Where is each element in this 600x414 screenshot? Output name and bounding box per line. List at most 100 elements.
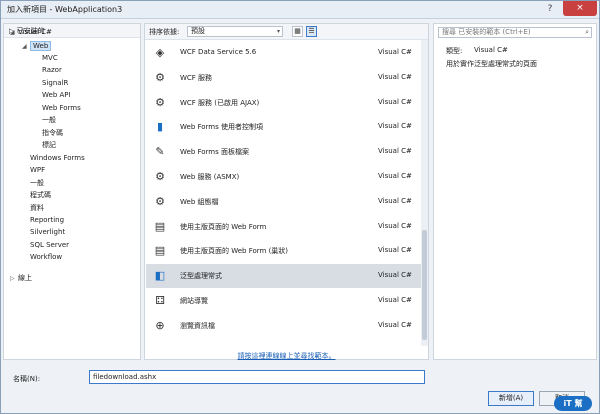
search-placeholder: 搜尋 已安裝的範本 (Ctrl+E) [442,28,531,36]
template-language: Visual C# [378,97,412,106]
template-name: WCF 服務 (已啟用 AJAX) [180,98,260,107]
tree-node[interactable]: SQL Server [22,239,69,251]
tree-node[interactable]: Web Forms [34,102,81,114]
help-button[interactable]: ? [541,2,559,16]
tree-node[interactable]: Reporting [22,214,64,226]
tree-node-label: SignalR [42,79,69,87]
sort-select[interactable]: 預設 ▾ [187,26,283,37]
type-value: Visual C# [474,46,508,54]
sort-label: 排序依據: [149,28,180,36]
template-name: 使用主版頁面的 Web Form [180,222,267,231]
tree-node[interactable]: SignalR [34,77,68,89]
search-input[interactable]: 搜尋 已安裝的範本 (Ctrl+E) ⌕ [438,27,592,38]
expand-arrow-icon[interactable]: ▷ [10,273,18,285]
tree-node[interactable]: ◢ Web [22,40,52,53]
tree-node-label: Reporting [30,216,65,224]
grid-view-icon[interactable]: ▦ [292,26,303,37]
list-scrollbar[interactable] [421,40,428,346]
tree-node-label: Silverlight [30,228,66,236]
template-name: WCF 服務 [180,73,213,82]
tree-node-label: 標記 [42,141,56,149]
tree-node-label: Web API [42,91,71,99]
template-row[interactable]: ⚙ Web 組態檔 Visual C# [146,190,428,214]
tree-node-label: Workflow [30,253,63,261]
tree-node[interactable]: 一般 [34,114,56,126]
template-language: Visual C# [378,122,412,131]
tree-node-label: WPF [30,166,46,174]
tree-node-label: 一般 [30,179,44,187]
tree-node[interactable]: 指令碼 [34,127,63,139]
expand-arrow-icon[interactable]: ◢ [22,41,30,53]
template-name: 瀏覽資訊檔 [180,321,215,330]
template-language: Visual C# [378,221,412,230]
tree-node-label: Razor [42,66,62,74]
template-row[interactable]: ✎ Web Forms 面板檔案 Visual C# [146,140,428,164]
template-row[interactable]: ▤ 使用主版頁面的 Web Form Visual C# [146,215,428,239]
template-language: Visual C# [378,271,412,280]
tree-node-label: MVC [42,54,58,62]
name-input[interactable]: filedownload.ashx [89,370,425,384]
template-name: Web 服務 (ASMX) [180,173,240,181]
tree-node[interactable]: Windows Forms [22,152,85,164]
tree-node[interactable]: 標記 [34,139,56,151]
template-language: Visual C# [378,296,412,304]
template-name: 網站導覽 [180,297,208,305]
tree-node[interactable]: Workflow [22,251,62,263]
tree-node[interactable]: 資料 [22,202,44,214]
chevron-down-icon: ▾ [276,28,280,35]
template-name: 泛型處理常式 [180,272,222,281]
template-row[interactable]: ⚙ WCF 服務 Visual C# [146,66,428,90]
tree-node-label: 程式碼 [30,191,51,199]
browser-file-icon: ⊕ [155,318,165,332]
tree-node-label: 一般 [42,116,56,124]
search-icon: ⌕ [585,28,589,36]
tree-node[interactable]: Web API [34,89,71,101]
tree-node-label: Web [30,41,52,51]
template-row[interactable]: ⚙ WCF 服務 (已啟用 AJAX) Visual C# [146,91,428,115]
nested-master-icon: ▤ [154,244,166,258]
tree-node[interactable]: WPF [22,164,45,176]
window-title: 加入新項目 - WebApplication3 [7,5,123,14]
template-name: Web Forms 使用者控制項 [180,123,263,132]
type-label: 類型: [446,47,463,55]
template-row[interactable]: ◧ 泛型處理常式 Visual C# [146,264,428,289]
template-tree: ▷ 已安裝的 ◢ Visual C# ◢ Web MVC Razor SignalR Web … [3,23,141,360]
tree-node[interactable]: 一般 [22,177,44,189]
template-list: 排序依據: 預設 ▾ ▦ ☰ ◈ WCF Data Service 5.6 Visu… [144,23,429,360]
list-view-icon[interactable]: ☰ [306,26,317,37]
web-config-icon: ⚙ [155,194,165,208]
name-label: 名稱(N): [13,375,41,383]
tree-node-label: SQL Server [30,241,70,249]
tree-node-label: 指令碼 [42,129,63,137]
tree-node[interactable]: Razor [34,64,62,76]
template-row[interactable]: ⚃ 網站導覽 Visual C# [146,289,428,313]
scroll-thumb[interactable] [422,230,427,340]
generic-handler-icon: ◧ [154,269,166,283]
wcf-ajax-icon: ⚙ [155,95,165,109]
template-row[interactable]: ⊕ 瀏覽資訊檔 Visual C# [146,314,428,338]
ithome-logo-icon: iT 幫 [554,396,592,411]
close-button[interactable]: × [563,1,597,16]
template-name: Web Forms 面板檔案 [180,148,249,157]
template-name: 使用主版頁面的 Web Form (巢狀) [180,247,289,256]
template-row[interactable]: ▤ 使用主版頁面的 Web Form (巢狀) Visual C# [146,239,428,263]
web-service-icon: ⚙ [155,170,165,183]
template-row[interactable]: ◈ WCF Data Service 5.6 Visual C# [146,41,428,65]
template-row[interactable]: ▮ Web Forms 使用者控制項 Visual C# [146,115,428,139]
tree-node[interactable]: 程式碼 [22,189,51,201]
tree-node[interactable]: Silverlight [22,226,65,238]
expand-arrow-icon[interactable]: ◢ [10,27,18,39]
tree-node[interactable]: ▷ 線上 [10,272,32,284]
tree-node-label: 資料 [30,204,44,212]
tree-node[interactable]: MVC [34,52,58,64]
online-templates-link[interactable]: 請按這裡連線線上並尋找範本。 [145,351,428,361]
template-name: WCF Data Service 5.6 [180,48,257,56]
add-button[interactable]: 新增(A) [488,391,534,406]
template-row[interactable]: ⚙ Web 服務 (ASMX) Visual C# [146,165,428,189]
user-control-icon: ▮ [156,120,164,134]
tree-node[interactable]: ◢ Visual C# [10,26,52,38]
add-new-item-dialog: 加入新項目 - WebApplication3 ? × ▷ 已安裝的 ◢ Visu… [0,0,600,414]
template-language: Visual C# [378,172,412,180]
template-language: Visual C# [378,147,412,156]
wcf-data-icon: ◈ [155,46,165,59]
